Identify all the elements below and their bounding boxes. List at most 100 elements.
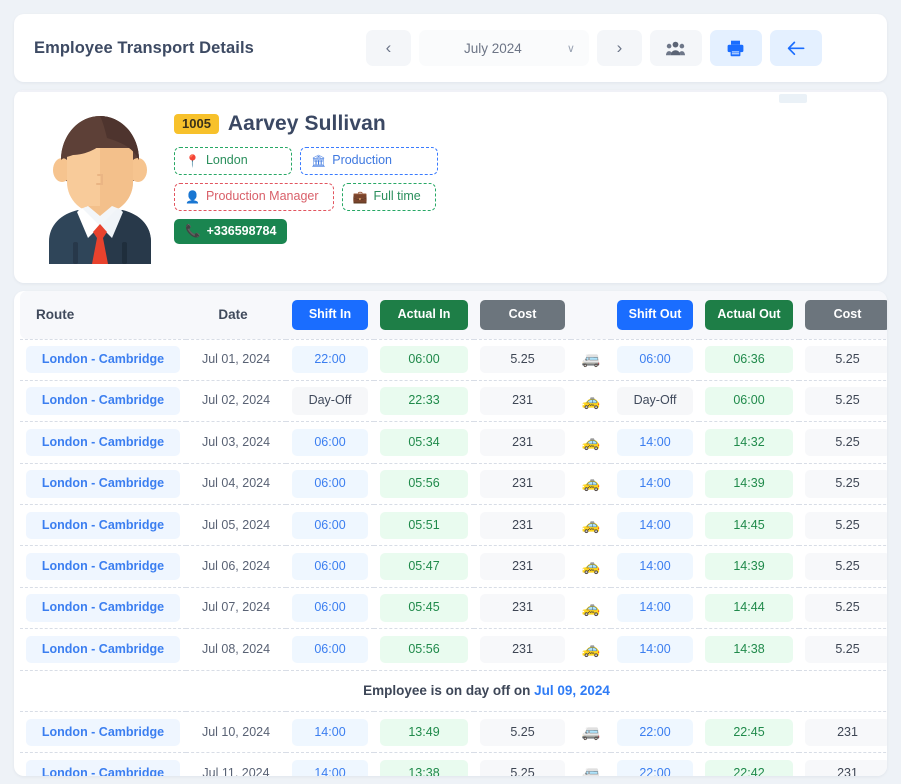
shift-in-value: 06:00: [292, 470, 368, 498]
people-group-icon: [666, 41, 686, 55]
location-pin-icon: 📍: [185, 153, 200, 168]
route-value: London - Cambridge: [26, 470, 180, 498]
actual-out-value: 14:39: [705, 552, 793, 581]
table-row[interactable]: London - Cambridge Jul 11, 2024 14:00 13:38…: [20, 752, 887, 776]
cost-in-value: 5.25: [480, 718, 565, 746]
employee-profile-card: 1005 Aarvey Sullivan 📍 London 🏛 Producti…: [14, 90, 887, 283]
cost-in-value: 231: [480, 552, 565, 581]
route: London - Cambridge: [20, 504, 186, 547]
vehicle-in: 🚕: [571, 545, 611, 588]
cost-out-pill[interactable]: Cost: [805, 300, 887, 330]
month-select[interactable]: July 2024 ∨: [418, 30, 589, 66]
cost-out: 5.25: [799, 463, 887, 506]
print-button[interactable]: [709, 30, 762, 66]
cost-in: 231: [474, 380, 571, 423]
route: London - Cambridge: [20, 587, 186, 630]
cost-in-value: 231: [480, 635, 565, 664]
actual-in-value: 13:38: [380, 759, 468, 776]
actual-in-value: 22:33: [380, 387, 468, 415]
cost-out-value: 5.25: [805, 511, 887, 539]
employment-type-tag-label: Full time: [373, 188, 421, 203]
date: Jul 01, 2024: [186, 338, 286, 381]
shift-out: 14:00: [611, 504, 699, 547]
shift-in-value: 22:00: [292, 346, 368, 374]
actual-in-pill[interactable]: Actual In: [380, 300, 468, 330]
cost-out-value: 5.25: [805, 594, 887, 622]
cost-out-value: 5.25: [805, 387, 887, 415]
date: Jul 04, 2024: [186, 463, 286, 506]
route-value: London - Cambridge: [26, 635, 180, 664]
chevron-right-icon: ›: [616, 38, 623, 57]
cost-out: 5.25: [799, 338, 887, 381]
phone-badge[interactable]: 📞 +336598784: [174, 218, 288, 245]
cost-in: 231: [474, 421, 571, 464]
table-row[interactable]: London - Cambridge Jul 10, 2024 14:00 13:49…: [20, 711, 887, 754]
table-row[interactable]: London - Cambridge Jul 08, 2024 06:00 05:56…: [20, 628, 887, 671]
table-row[interactable]: London - Cambridge Jul 03, 2024 06:00 05:34…: [20, 421, 887, 464]
prev-month-button[interactable]: ‹: [365, 30, 411, 66]
actual-in: 13:38: [374, 752, 474, 776]
route-value: London - Cambridge: [26, 718, 180, 746]
cost-in-pill[interactable]: Cost: [480, 300, 565, 330]
route: London - Cambridge: [20, 463, 186, 506]
cost-in-value: 231: [480, 387, 565, 415]
back-button[interactable]: [769, 30, 822, 66]
vehicle-in-icon: 🚕: [581, 392, 601, 410]
actual-out: 06:36: [699, 338, 799, 381]
route-value: London - Cambridge: [26, 511, 180, 539]
actual-out-value: 14:39: [705, 470, 793, 498]
next-month-button[interactable]: ›: [596, 30, 642, 66]
actual-out: 22:45: [699, 711, 799, 754]
col-header-actual-out: Actual Out: [699, 291, 799, 339]
actual-out-value: 06:00: [705, 387, 793, 415]
table-row[interactable]: London - Cambridge Jul 07, 2024 06:00 05:45…: [20, 587, 887, 630]
shift-out-value: Day-Off: [617, 387, 693, 415]
actual-out-pill[interactable]: Actual Out: [705, 300, 793, 330]
actual-in-value: 06:00: [380, 346, 468, 374]
date: Jul 10, 2024: [186, 711, 286, 754]
date-value: Jul 03, 2024: [201, 434, 271, 449]
date: Jul 11, 2024: [186, 752, 286, 776]
shift-in-pill[interactable]: Shift In: [292, 300, 368, 330]
col-header-vehicle-in: [571, 291, 611, 339]
employee-group-button[interactable]: [649, 30, 702, 66]
arrow-left-icon: [787, 41, 805, 55]
actual-out-value: 14:38: [705, 635, 793, 664]
table-row[interactable]: London - Cambridge Jul 02, 2024 Day-Off 22:…: [20, 380, 887, 423]
shift-in-value: 06:00: [292, 552, 368, 581]
shift-in-value: 06:00: [292, 594, 368, 622]
date: Jul 07, 2024: [186, 587, 286, 630]
cost-out-value: 5.25: [805, 470, 887, 498]
month-label: July 2024: [463, 40, 522, 56]
vehicle-in-icon: 🚕: [581, 558, 601, 576]
shift-out-pill[interactable]: Shift Out: [617, 300, 693, 330]
employment-type-tag: 💼 Full time: [341, 182, 436, 211]
actual-out: 14:45: [699, 504, 799, 547]
actual-out: 22:42: [699, 752, 799, 776]
table-row[interactable]: London - Cambridge Jul 04, 2024 06:00 05:56…: [20, 463, 887, 506]
date-value: Jul 07, 2024: [201, 600, 271, 615]
cost-out-value: 5.25: [805, 552, 887, 581]
employee-name: Aarvey Sullivan: [227, 112, 386, 135]
shift-out-value: 14:00: [617, 428, 693, 457]
cost-out: 231: [799, 752, 887, 776]
vehicle-in: 🚕: [571, 380, 611, 423]
actual-in: 05:47: [374, 545, 474, 588]
cost-out: 5.25: [799, 421, 887, 464]
page-root: Employee Transport Details ‹ July 2024 ∨…: [0, 0, 901, 784]
date: Jul 05, 2024: [186, 504, 286, 547]
vehicle-in-icon: 🚕: [581, 640, 601, 658]
shift-in-value: Day-Off: [292, 387, 368, 415]
col-header-cost-in: Cost: [474, 291, 571, 339]
table-row[interactable]: London - Cambridge Jul 05, 2024 06:00 05:51…: [20, 504, 887, 547]
table-row[interactable]: London - Cambridge Jul 06, 2024 06:00 05:47…: [20, 545, 887, 588]
actual-out-value: 06:36: [705, 346, 793, 374]
top-toolbar: Employee Transport Details ‹ July 2024 ∨…: [14, 14, 887, 82]
table-row[interactable]: London - Cambridge Jul 01, 2024 22:00 06:00…: [20, 338, 887, 381]
actual-in: 13:49: [374, 711, 474, 754]
job-title-tag: 👤 Production Manager: [174, 182, 334, 211]
cost-in: 5.25: [474, 338, 571, 381]
transport-table: Route Date Shift In Actual In Cost Shift…: [20, 291, 887, 776]
actual-out: 14:32: [699, 421, 799, 464]
employee-id-badge: 1005: [174, 114, 219, 134]
